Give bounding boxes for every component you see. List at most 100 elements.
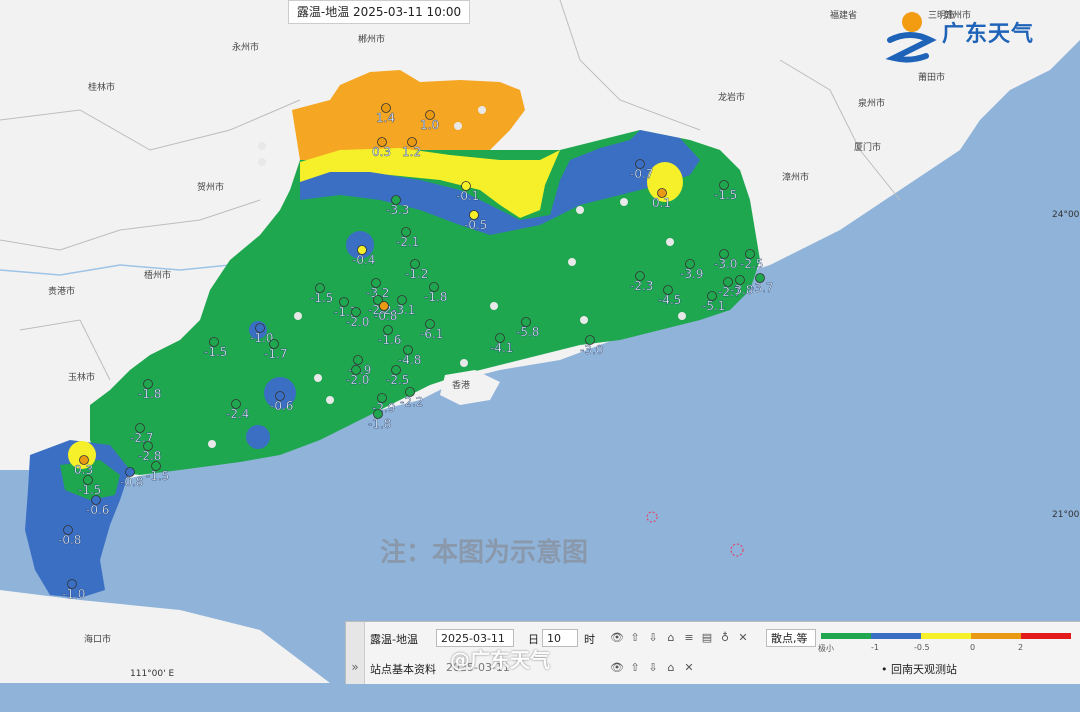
hour-label: 时	[584, 633, 595, 646]
station-value: -6.1	[420, 327, 443, 341]
station-value: 0.1	[652, 196, 671, 210]
station-value: -5.8	[516, 325, 539, 339]
station-value: -1.5	[146, 469, 169, 483]
up-arrow-icon[interactable]: ⇧	[628, 631, 642, 645]
map-note: 注：本图为示意图	[380, 538, 589, 568]
city-label: 厦门市	[854, 143, 882, 153]
station-value: -0.8	[58, 533, 81, 547]
city-label: 海口市	[84, 635, 112, 645]
station-value: -0.6	[270, 399, 293, 413]
close-icon[interactable]: ✕	[736, 631, 750, 645]
station-value: -2.3	[630, 279, 653, 293]
station-value: -4.8	[398, 353, 421, 367]
station-value: -0.7	[630, 167, 653, 181]
station-value: 1.2	[402, 145, 421, 159]
city-label: 梧州市	[144, 271, 172, 281]
observation-dot	[620, 198, 628, 206]
lock-icon[interactable]: ⌂	[664, 661, 678, 675]
legend-tick: -1	[871, 643, 879, 652]
station-value: -3.3	[386, 203, 409, 217]
observation-dot	[478, 106, 486, 114]
legend-tick: 0	[970, 643, 976, 652]
station-value: -1.2	[405, 267, 428, 281]
city-label: 郴州市	[358, 35, 386, 45]
close-icon[interactable]: ✕	[682, 661, 696, 675]
station-legend: • 回南天观测站	[881, 663, 957, 676]
station-value: -1.5	[714, 188, 737, 202]
observation-dot	[576, 206, 584, 214]
station-value: -0.4	[352, 253, 375, 267]
legend-tick: -0.5	[914, 643, 930, 652]
observation-dot	[314, 374, 322, 382]
layer-label: 露温-地温	[370, 633, 418, 646]
city-label: 贵港市	[48, 287, 76, 297]
station-value: -1.7	[264, 347, 287, 361]
station-value: -1.8	[138, 387, 161, 401]
station-layer-label: 站点基本资料	[370, 663, 436, 676]
observation-dot	[294, 312, 302, 320]
up-arrow-icon[interactable]: ⇧	[628, 661, 642, 675]
station-value: -0.1	[456, 189, 479, 203]
lat-label-24: 24°00'	[1052, 210, 1080, 220]
city-label: 泉州市	[858, 99, 886, 109]
city-label: 贺州市	[197, 183, 225, 193]
legend-tick: 极小	[818, 644, 834, 653]
station-value: -1.5	[310, 291, 333, 305]
observation-dot	[460, 359, 468, 367]
station-value: 0.3	[74, 463, 93, 477]
eye-icon[interactable]: 👁	[610, 631, 624, 645]
weibo-watermark: @广东天气	[450, 648, 550, 672]
lon-label: 111°00' E	[130, 669, 175, 679]
observation-dot	[258, 142, 266, 150]
station-value: -3.1	[392, 303, 415, 317]
observation-dot	[454, 122, 462, 130]
station-value: -2.2	[400, 395, 423, 409]
station-value: -0.8	[120, 475, 143, 489]
document-icon[interactable]: ▤	[700, 631, 714, 645]
legend-tick: 2	[1018, 643, 1024, 652]
city-label: 香港	[452, 381, 471, 391]
observation-dot	[258, 158, 266, 166]
observation-dot	[678, 312, 686, 320]
city-label: 玉林市	[68, 373, 96, 383]
down-arrow-icon[interactable]: ⇩	[646, 631, 660, 645]
observation-dot	[580, 316, 588, 324]
station-value: -4.5	[658, 293, 681, 307]
station-value: -3.7	[750, 281, 773, 295]
station-value: -3.0	[714, 257, 737, 271]
city-label: 三明市	[928, 11, 956, 21]
city-label: 桂林市	[88, 83, 116, 93]
list-icon[interactable]: ≡	[682, 631, 696, 645]
station-value: -3.9	[680, 267, 703, 281]
station-value: -1.8	[424, 290, 447, 304]
lat-label-21: 21°00'	[1052, 510, 1080, 520]
observation-dot	[490, 302, 498, 310]
down-arrow-icon[interactable]: ⇩	[646, 661, 660, 675]
station-value: -4.1	[490, 341, 513, 355]
city-label: 漳州市	[782, 173, 810, 183]
station-value: -2.4	[226, 407, 249, 421]
station-value: -1.6	[378, 333, 401, 347]
station-value: 1.4	[376, 111, 395, 125]
station-value: -3.0	[580, 343, 603, 357]
station-value: 1.0	[420, 118, 439, 132]
station-value: -1.8	[368, 417, 391, 431]
observation-dot	[326, 396, 334, 404]
display-mode-select[interactable]: 散点,等	[766, 629, 816, 647]
observation-dot	[666, 238, 674, 246]
city-label: 福建省	[830, 11, 858, 21]
station-legend-label: 回南天观测站	[891, 663, 957, 676]
station-value: -2.5	[740, 257, 763, 271]
lock-icon[interactable]: ⌂	[664, 631, 678, 645]
station-value: -0.5	[464, 218, 487, 232]
station-value: -5.1	[702, 299, 725, 313]
bell-icon[interactable]: ♁	[718, 631, 732, 645]
station-value: -2.5	[386, 373, 409, 387]
station-value: -1.5	[78, 483, 101, 497]
station-value: -2.0	[346, 315, 369, 329]
station-value: 0.3	[372, 145, 391, 159]
eye-icon[interactable]: 👁	[610, 661, 624, 675]
city-label: 龙岩市	[718, 93, 746, 103]
observation-dot	[208, 440, 216, 448]
legend-color-bar	[821, 633, 1071, 639]
